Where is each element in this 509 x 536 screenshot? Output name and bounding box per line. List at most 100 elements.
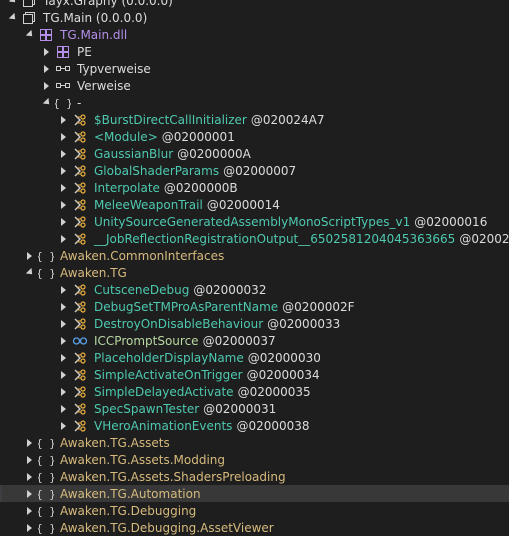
tree-row-class-placeholderdisplayname[interactable]: PlaceholderDisplayName @02000030 [0, 349, 509, 366]
class-icon [72, 179, 88, 196]
expand-arrow-icon[interactable] [41, 77, 51, 94]
expand-arrow-icon[interactable] [58, 383, 68, 400]
tree-row-class-interpolate[interactable]: Interpolate @0200000B [0, 179, 509, 196]
expand-arrow-icon[interactable] [24, 434, 34, 451]
collapse-arrow-icon[interactable] [24, 26, 36, 43]
expand-arrow-icon[interactable] [58, 230, 68, 247]
class-icon [72, 298, 88, 315]
expand-arrow-icon[interactable] [58, 400, 68, 417]
metadata-token: @02000016 [414, 214, 488, 229]
expand-arrow-icon[interactable] [58, 315, 68, 332]
namespace-icon: { } [38, 264, 54, 281]
tree-item-label: Awaken.TG.Assets.ShadersPreloading [60, 469, 286, 484]
tree-row-node-verweise[interactable]: Verweise [0, 77, 509, 94]
svg-text:{ }: { } [38, 250, 54, 263]
expand-arrow-icon[interactable] [58, 366, 68, 383]
expand-arrow-icon[interactable] [58, 298, 68, 315]
tree-row-class-destroyondisablebehaviour[interactable]: DestroyOnDisableBehaviour @02000033 [0, 315, 509, 332]
tree-row-namespace-awaken-tg-debugging-assetviewer[interactable]: { } Awaken.TG.Debugging.AssetViewer [0, 519, 509, 536]
tree-row-class-simpledelayedactivate[interactable]: SimpleDelayedActivate @02000035 [0, 383, 509, 400]
expand-arrow-icon[interactable] [58, 332, 68, 349]
tree-item-label: Awaken.TG.Debugging [60, 503, 197, 518]
expand-arrow-icon[interactable] [41, 43, 51, 60]
tree-row-class-specspawntester[interactable]: SpecSpawnTester @02000031 [0, 400, 509, 417]
svg-text:{ }: { } [38, 471, 54, 484]
class-icon [72, 349, 88, 366]
tree-item-label: DestroyOnDisableBehaviour [94, 316, 264, 331]
expand-arrow-icon[interactable] [58, 128, 68, 145]
tree-row-class-jobreflectionregistration[interactable]: __JobReflectionRegistrationOutput__65025… [0, 230, 509, 247]
assembly-icon [21, 0, 37, 9]
tree-row-assembly-tg-main[interactable]: TG.Main (0.0.0.0) [0, 9, 509, 26]
collapse-arrow-icon[interactable] [7, 0, 19, 9]
tree-row-node-typverweise[interactable]: Typverweise [0, 60, 509, 77]
expand-arrow-icon[interactable] [24, 485, 34, 502]
class-icon [72, 145, 88, 162]
class-icon [72, 111, 88, 128]
tree-row-class-cutscenedebug[interactable]: CutsceneDebug @02000032 [0, 281, 509, 298]
expand-arrow-icon[interactable] [24, 451, 34, 468]
expand-arrow-icon[interactable] [58, 162, 68, 179]
metadata-token: @02000007 [223, 163, 297, 178]
tree-row-namespace-awaken-tg-debugging[interactable]: { } Awaken.TG.Debugging [0, 502, 509, 519]
tree-row-class-gaussianblur[interactable]: GaussianBlur @0200000A [0, 145, 509, 162]
expand-arrow-icon[interactable] [24, 502, 34, 519]
tree-row-class-module[interactable]: <Module> @02000001 [0, 128, 509, 145]
tree-row-namespace-awaken-commoninterfaces[interactable]: { } Awaken.CommonInterfaces [0, 247, 509, 264]
tree-row-namespace-empty[interactable]: { }- [0, 94, 509, 111]
tree-item-label: Tayx.Graphy (0.0.0.0) [43, 0, 173, 8]
class-icon [72, 196, 88, 213]
tree-row-namespace-awaken-tg-assets-modding[interactable]: { } Awaken.TG.Assets.Modding [0, 451, 509, 468]
class-icon [72, 383, 88, 400]
expand-arrow-icon[interactable] [58, 417, 68, 434]
tree-item-label: TG.Main.dll [60, 27, 128, 42]
tree-row-namespace-awaken-tg-assets[interactable]: { } Awaken.TG.Assets [0, 434, 509, 451]
collapse-arrow-icon[interactable] [41, 94, 53, 111]
tree-item-label: SpecSpawnTester [94, 401, 200, 416]
class-icon [72, 281, 88, 298]
expand-arrow-icon[interactable] [58, 111, 68, 128]
metadata-token: @02000031 [203, 401, 277, 416]
collapse-arrow-icon[interactable] [7, 9, 19, 26]
tree-row-assembly-tayx-graphy[interactable]: Tayx.Graphy (0.0.0.0) [0, 0, 509, 9]
collapse-arrow-icon[interactable] [24, 264, 36, 281]
namespace-icon: { } [38, 434, 54, 451]
interface-icon [72, 332, 88, 349]
metadata-token: @0200000B [163, 180, 238, 195]
expand-arrow-icon[interactable] [58, 213, 68, 230]
expand-arrow-icon[interactable] [58, 145, 68, 162]
class-icon [72, 417, 88, 434]
svg-text:{ }: { } [38, 437, 54, 450]
class-icon [72, 128, 88, 145]
tree-item-label: Verweise [77, 78, 131, 93]
tree-row-module-tg-main-dll[interactable]: TG.Main.dll [0, 26, 509, 43]
tree-row-node-pe[interactable]: PE [0, 43, 509, 60]
expand-arrow-icon[interactable] [58, 179, 68, 196]
expand-arrow-icon[interactable] [24, 519, 34, 536]
tree-row-class-meleeweapontrail[interactable]: MeleeWeaponTrail @02000014 [0, 196, 509, 213]
tree-row-class-globalshaderparams[interactable]: GlobalShaderParams @02000007 [0, 162, 509, 179]
tree-item-label: Interpolate [94, 180, 160, 195]
expand-arrow-icon[interactable] [41, 60, 51, 77]
tree-row-interface-iccpromptsource[interactable]: ICCPromptSource @02000037 [0, 332, 509, 349]
namespace-icon: { } [38, 502, 54, 519]
tree-item-label: Awaken.CommonInterfaces [60, 248, 225, 263]
pe-icon [55, 43, 71, 60]
expand-arrow-icon[interactable] [58, 349, 68, 366]
svg-text:{ }: { } [38, 488, 54, 501]
tree-item-label: $BurstDirectCallInitializer [94, 112, 247, 127]
tree-row-namespace-awaken-tg-assets-shaderspreloading[interactable]: { } Awaken.TG.Assets.ShadersPreloading [0, 468, 509, 485]
metadata-token: @02000030 [247, 350, 321, 365]
tree-row-class-unitysourcegenerated[interactable]: UnitySourceGeneratedAssemblyMonoScriptTy… [0, 213, 509, 230]
tree-row-namespace-awaken-tg-automation[interactable]: { } Awaken.TG.Automation [0, 485, 509, 502]
expand-arrow-icon[interactable] [58, 196, 68, 213]
tree-item-label: CutsceneDebug [94, 282, 190, 297]
tree-row-class-simpleactivateontrigger[interactable]: SimpleActivateOnTrigger @02000034 [0, 366, 509, 383]
tree-row-class-debugsettmproasparentname[interactable]: DebugSetTMProAsParentName @0200002F [0, 298, 509, 315]
tree-row-class-burstdirectcallinitializer[interactable]: $BurstDirectCallInitializer @020024A7 [0, 111, 509, 128]
tree-row-class-vheroanimationevents[interactable]: VHeroAnimationEvents @02000038 [0, 417, 509, 434]
expand-arrow-icon[interactable] [24, 468, 34, 485]
expand-arrow-icon[interactable] [58, 281, 68, 298]
tree-row-namespace-awaken-tg[interactable]: { } Awaken.TG [0, 264, 509, 281]
expand-arrow-icon[interactable] [24, 247, 34, 264]
